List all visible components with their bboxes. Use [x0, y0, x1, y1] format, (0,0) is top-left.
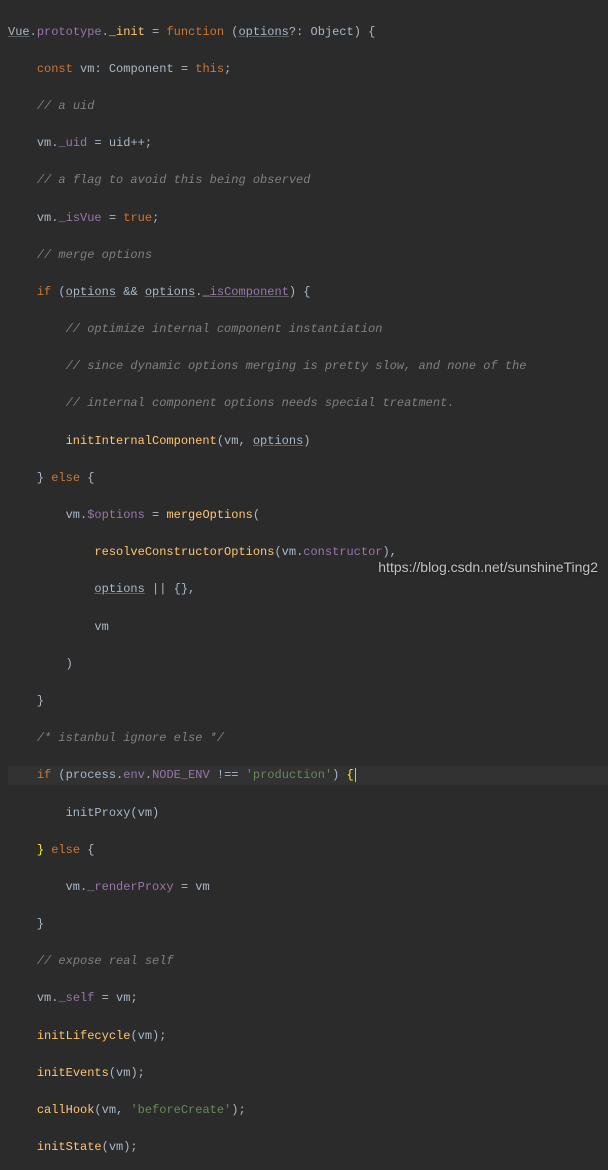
code-line: Vue.prototype._init = function (options?…	[8, 23, 608, 42]
code-line: // a flag to avoid this being observed	[8, 171, 608, 190]
code-line: // merge options	[8, 246, 608, 265]
code-line: initLifecycle(vm);	[8, 1027, 608, 1046]
code-line-highlighted: if (process.env.NODE_ENV !== 'production…	[8, 766, 608, 785]
code-line: vm._renderProxy = vm	[8, 878, 608, 897]
watermark-text: https://blog.csdn.net/sunshineTing2	[378, 557, 598, 579]
code-line: } else {	[8, 469, 608, 488]
code-line: // a uid	[8, 97, 608, 116]
code-line: vm	[8, 618, 608, 637]
code-line: // internal component options needs spec…	[8, 394, 608, 413]
code-line: vm._uid = uid++;	[8, 134, 608, 153]
code-line: const vm: Component = this;	[8, 60, 608, 79]
code-line: initEvents(vm);	[8, 1064, 608, 1083]
code-line: }	[8, 692, 608, 711]
code-line: vm._self = vm;	[8, 989, 608, 1008]
code-line: )	[8, 655, 608, 674]
code-line: initInternalComponent(vm, options)	[8, 432, 608, 451]
code-line: callHook(vm, 'beforeCreate');	[8, 1101, 608, 1120]
code-line: options || {},	[8, 580, 608, 599]
code-line: vm.$options = mergeOptions(	[8, 506, 608, 525]
code-line: } else {	[8, 841, 608, 860]
code-line: }	[8, 915, 608, 934]
code-block: Vue.prototype._init = function (options?…	[0, 0, 608, 1170]
code-line: /* istanbul ignore else */	[8, 729, 608, 748]
code-line: // since dynamic options merging is pret…	[8, 357, 608, 376]
code-line: if (options && options._isComponent) {	[8, 283, 608, 302]
code-line: // expose real self	[8, 952, 608, 971]
code-line: initState(vm);	[8, 1138, 608, 1157]
code-line: initProxy(vm)	[8, 804, 608, 823]
code-line: vm._isVue = true;	[8, 209, 608, 228]
code-line: // optimize internal component instantia…	[8, 320, 608, 339]
